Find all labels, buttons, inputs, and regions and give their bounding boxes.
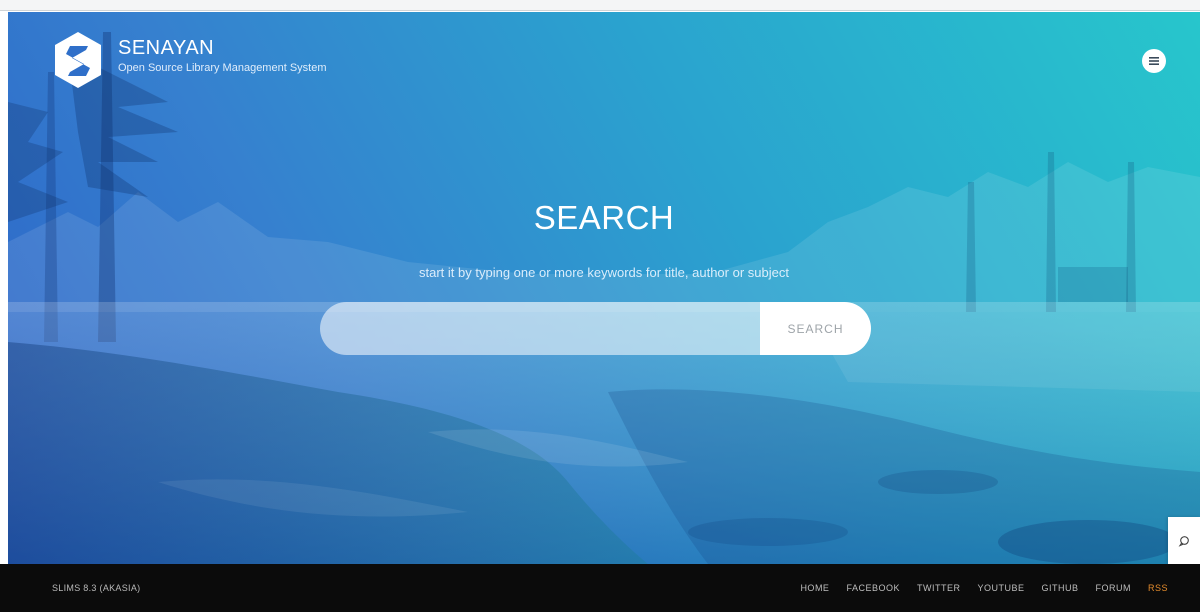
search-input[interactable] [320, 302, 760, 355]
footer: SLIMS 8.3 (AKASIA) HOME FACEBOOK TWITTER… [0, 564, 1200, 612]
brand-name: SENAYAN [118, 37, 215, 59]
footer-nav: HOME FACEBOOK TWITTER YOUTUBE GITHUB FOR… [783, 583, 1168, 593]
hamburger-menu-icon [1149, 57, 1159, 65]
footer-link-twitter[interactable]: TWITTER [917, 583, 961, 593]
search-hint: start it by typing one or more keywords … [419, 265, 789, 280]
footer-link-forum[interactable]: FORUM [1095, 583, 1131, 593]
chat-tab-button[interactable] [1168, 517, 1200, 564]
footer-link-rss[interactable]: RSS [1148, 583, 1168, 593]
footer-link-home[interactable]: HOME [800, 583, 829, 593]
search-bar: SEARCH [320, 302, 871, 355]
footer-link-github[interactable]: GITHUB [1041, 583, 1078, 593]
search-button[interactable]: SEARCH [760, 302, 871, 355]
footer-version: SLIMS 8.3 (AKASIA) [52, 583, 141, 593]
brand-tagline: Open Source Library Management System [118, 62, 327, 74]
search-section: SEARCH start it by typing one or more ke… [8, 198, 1200, 282]
hero-banner: SENAYAN Open Source Library Management S… [8, 12, 1200, 564]
lake-forest-background [8, 32, 1200, 564]
brand[interactable]: SENAYAN Open Source Library Management S… [52, 30, 327, 90]
hamburger-menu-button[interactable] [1142, 49, 1166, 73]
browser-top-strip [0, 0, 1200, 11]
chat-bubble-icon [1178, 535, 1189, 547]
search-title: SEARCH [533, 199, 675, 236]
footer-link-youtube[interactable]: YOUTUBE [977, 583, 1024, 593]
senayan-s-hexagon-icon [55, 32, 101, 88]
footer-link-facebook[interactable]: FACEBOOK [846, 583, 900, 593]
